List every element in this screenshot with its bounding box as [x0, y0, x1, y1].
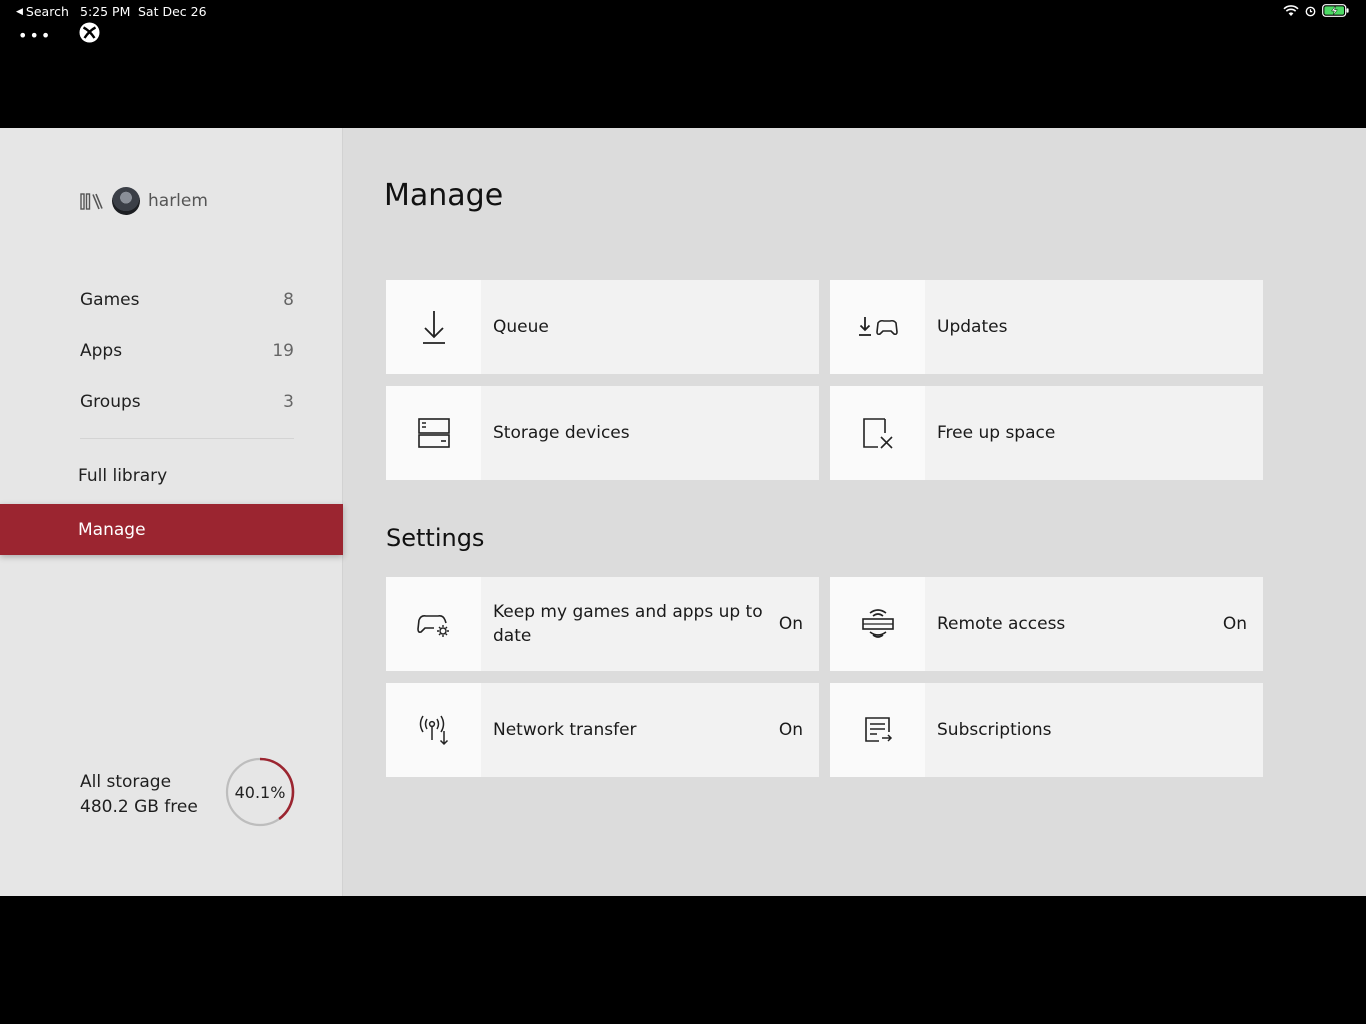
xbox-logo-icon	[79, 22, 100, 43]
tile-label: Updates	[937, 317, 1008, 337]
queue-tile[interactable]: Queue	[386, 280, 819, 374]
setting-label: Remote access	[937, 614, 1066, 634]
setting-label: Network transfer	[493, 720, 637, 740]
back-arrow-icon: ◀	[16, 6, 23, 17]
storage-summary[interactable]: All storage 480.2 GB free	[80, 770, 198, 820]
download-icon	[422, 311, 445, 344]
username: harlem	[148, 191, 208, 211]
sidebar: harlem Games 8 Apps 19 Groups 3 Full lib…	[0, 128, 343, 896]
network-transfer-setting[interactable]: Network transfer On	[386, 683, 819, 777]
sidebar-item-manage[interactable]: Manage	[0, 504, 343, 555]
tile-label: Free up space	[937, 423, 1056, 443]
storage-free: 480.2 GB free	[80, 797, 198, 817]
status-icons	[1283, 4, 1350, 17]
sidebar-item-count: 8	[283, 290, 294, 310]
sidebar-item-count: 19	[272, 341, 294, 361]
auto-update-setting[interactable]: Keep my games and apps up to date On	[386, 577, 819, 671]
subscriptions-setting[interactable]: Subscriptions	[830, 683, 1263, 777]
status-date: Sat Dec 26	[138, 4, 207, 19]
alarm-icon	[1305, 6, 1316, 16]
sidebar-item-games[interactable]: Games 8	[80, 285, 294, 315]
setting-label: Keep my games and apps up to date	[493, 602, 763, 646]
sidebar-item-label: Groups	[80, 392, 141, 412]
back-to-search-link[interactable]: ◀ Search	[16, 4, 69, 19]
app-window: harlem Games 8 Apps 19 Groups 3 Full lib…	[0, 128, 1366, 896]
page-title: Manage	[384, 178, 504, 213]
sidebar-item-label: Apps	[80, 341, 123, 361]
updates-tile[interactable]: Updates	[830, 280, 1263, 374]
free-up-space-tile[interactable]: Free up space	[830, 386, 1263, 480]
setting-value: On	[778, 720, 803, 740]
library-icon	[80, 193, 103, 210]
setting-value: On	[1222, 614, 1247, 634]
setting-value: On	[778, 614, 803, 634]
sidebar-item-groups[interactable]: Groups 3	[80, 387, 294, 417]
sidebar-item-count: 3	[283, 392, 294, 412]
setting-label: Subscriptions	[937, 720, 1052, 740]
more-options-icon[interactable]: •••	[18, 26, 52, 45]
tile-label: Queue	[493, 317, 549, 337]
download-controller-icon	[858, 317, 898, 336]
user-header[interactable]: harlem	[80, 186, 208, 216]
back-label: Search	[25, 4, 69, 19]
network-transfer-icon	[419, 715, 448, 746]
storage-devices-icon	[417, 418, 450, 448]
free-space-icon	[862, 418, 893, 449]
remote-access-setting[interactable]: Remote access On	[830, 577, 1263, 671]
storage-percent: 40.1%	[234, 782, 286, 802]
sidebar-item-apps[interactable]: Apps 19	[80, 336, 294, 366]
storage-title: All storage	[80, 772, 172, 792]
wifi-icon	[1283, 4, 1299, 16]
status-time: 5:25 PM	[80, 4, 131, 19]
controller-gear-icon	[416, 615, 449, 637]
battery-charging-icon	[1322, 4, 1349, 17]
storage-devices-tile[interactable]: Storage devices	[386, 386, 819, 480]
subscriptions-icon	[864, 717, 892, 742]
avatar	[112, 187, 140, 215]
sidebar-divider	[80, 438, 294, 439]
status-bar: ◀ Search 5:25 PM Sat Dec 26	[0, 0, 1366, 24]
sidebar-item-label: Games	[80, 290, 140, 310]
settings-heading: Settings	[386, 524, 485, 552]
sidebar-item-full-library[interactable]: Full library	[78, 466, 167, 486]
remote-console-icon	[861, 609, 894, 638]
tile-label: Storage devices	[493, 423, 630, 443]
